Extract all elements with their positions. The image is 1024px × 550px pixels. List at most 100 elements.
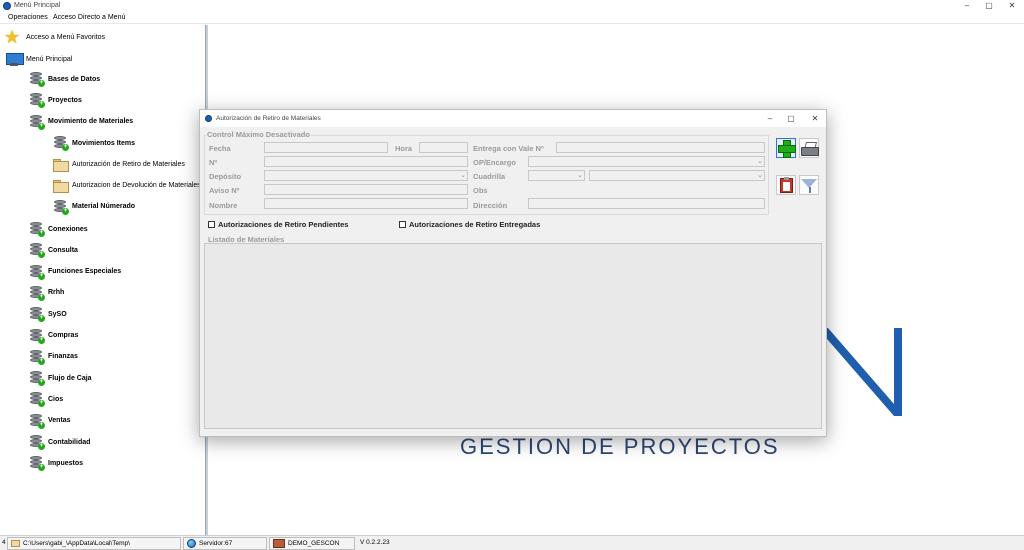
status-marker: 4 — [2, 539, 6, 546]
tree-item-label: Funciones Especiales — [48, 268, 122, 276]
deposito-label: Depósito — [209, 172, 242, 181]
obs-label: Obs — [473, 186, 488, 195]
tree-item-label: SySO — [48, 310, 67, 318]
maximize-button[interactable]: ▢ — [978, 0, 1000, 12]
status-version: V 0.2.2.23 — [360, 539, 390, 546]
hora-label: Hora — [395, 144, 413, 153]
tree-item-compras[interactable]: + Compras — [29, 327, 78, 345]
database-icon: + — [29, 243, 45, 259]
statusbar: 4 C:\Users\gabi_\AppData\Local\Temp\ Ser… — [0, 535, 1024, 550]
chevron-down-icon: ⌄ — [577, 172, 583, 179]
op-select[interactable]: ⌄ — [528, 156, 765, 167]
add-button[interactable] — [776, 138, 796, 158]
database-icon: + — [29, 371, 45, 387]
tree-item-syso[interactable]: + SySO — [29, 305, 67, 323]
logo-letter — [821, 328, 902, 416]
tree-item-root[interactable]: Menú Principal — [6, 50, 72, 68]
tree-item-label: Acceso a Menú Favoritos — [26, 33, 105, 41]
fecha-label: Fecha — [209, 144, 231, 153]
tree-item-label: Autorización de Retiro de Materiales — [72, 160, 185, 168]
cuadrilla-code-select[interactable]: ⌄ — [528, 170, 585, 181]
menu-operaciones[interactable]: Operaciones — [8, 14, 48, 21]
database-icon: + — [29, 349, 45, 365]
hora-field[interactable] — [419, 142, 468, 153]
folder-icon — [53, 180, 69, 194]
tree-item-cios[interactable]: + Cios — [29, 390, 63, 408]
clipboard-button[interactable] — [776, 175, 796, 195]
tree-item-movimientos-items[interactable]: + Movimientos Items — [53, 134, 135, 152]
tree-item-label: Movimiento de Materiales — [48, 118, 134, 126]
database-icon: + — [29, 93, 45, 109]
database-icon: + — [29, 114, 45, 130]
tree-item-label: Movimientos Items — [72, 139, 136, 147]
direccion-field[interactable] — [528, 198, 765, 209]
pendientes-checkbox[interactable]: Autorizaciones de Retiro Pendientes — [208, 220, 348, 229]
status-path: C:\Users\gabi_\AppData\Local\Temp\ — [7, 537, 181, 550]
dialog-maximize-button[interactable]: ▢ — [780, 112, 802, 126]
filter-button[interactable] — [799, 175, 819, 195]
tree-item-consulta[interactable]: + Consulta — [29, 241, 78, 259]
dialog-titlebar: Autorización de Retiro de Materiales – ▢… — [200, 110, 826, 127]
window-titlebar: Menú Principal – ▢ ✕ — [0, 0, 1024, 12]
tree-item-label: Ventas — [48, 417, 71, 425]
aviso-field[interactable] — [264, 184, 468, 195]
tree-item-funciones-especiales[interactable]: + Funciones Especiales — [29, 263, 121, 281]
database-icon: + — [29, 413, 45, 429]
deposito-select[interactable]: ⌄ — [264, 170, 468, 181]
checkbox-box[interactable] — [399, 221, 406, 228]
monitor-icon — [6, 52, 24, 66]
nombre-field[interactable] — [264, 198, 468, 209]
tree-item-label: Contabilidad — [48, 438, 91, 446]
tree-item-movimiento-de-materiales[interactable]: + Movimiento de Materiales — [29, 113, 133, 131]
entrega-field[interactable] — [556, 142, 765, 153]
tree-item-proyectos[interactable]: + Proyectos — [29, 91, 82, 109]
op-label: OP/Encargo — [473, 158, 516, 167]
tree-item-label: Flujo de Caja — [48, 374, 92, 382]
database-icon: + — [53, 199, 69, 215]
print-button[interactable] — [799, 138, 819, 158]
tree-item-rrhh[interactable]: + Rrhh — [29, 284, 64, 302]
tree-item-label: Conexiones — [48, 225, 88, 233]
plus-icon — [778, 140, 796, 158]
tree-item-label: Consulta — [48, 246, 78, 254]
close-button[interactable]: ✕ — [1001, 0, 1023, 12]
tree-item-autorizacion-de-devolucion-de-materiales[interactable]: Autorizacion de Devolución de Materiales — [53, 177, 201, 195]
star-icon: ★ — [4, 27, 21, 47]
entregadas-checkbox[interactable]: Autorizaciones de Retiro Entregadas — [399, 220, 540, 229]
menu-acceso-directo[interactable]: Acceso Directo a Menú — [53, 14, 125, 21]
minimize-button[interactable]: – — [956, 0, 978, 12]
cuadrilla-name-select[interactable]: ⌄ — [589, 170, 765, 181]
materials-list[interactable] — [204, 243, 822, 429]
tree-item-conexiones[interactable]: + Conexiones — [29, 220, 88, 238]
building-icon — [273, 539, 285, 548]
checkbox-box[interactable] — [208, 221, 215, 228]
status-server: Servidor:67 — [183, 537, 267, 550]
status-database: DEMO_GESCON — [269, 537, 355, 550]
chevron-down-icon: ⌄ — [757, 172, 763, 179]
chevron-down-icon: ⌄ — [757, 158, 763, 165]
tree-item-label: Material Númerado — [72, 203, 136, 211]
tree-item-autorizacion-de-retiro-de-materiales[interactable]: Autorización de Retiro de Materiales — [53, 155, 185, 173]
numero-label: Nº — [209, 158, 218, 167]
tree-item-material-numerado[interactable]: + Material Númerado — [53, 198, 135, 216]
dialog-minimize-button[interactable]: – — [759, 112, 781, 126]
tree-item-flujo-de-caja[interactable]: + Flujo de Caja — [29, 369, 92, 387]
tree-item-favorites[interactable]: ★ Acceso a Menú Favoritos — [4, 28, 105, 46]
tree-item-label: Cios — [48, 395, 64, 403]
tree-item-contabilidad[interactable]: + Contabilidad — [29, 433, 90, 451]
fecha-field[interactable] — [264, 142, 388, 153]
numero-field[interactable] — [264, 156, 468, 167]
database-icon: + — [29, 328, 45, 344]
tree-item-finanzas[interactable]: + Finanzas — [29, 348, 78, 366]
direccion-label: Dirección — [473, 201, 508, 210]
tree-item-ventas[interactable]: + Ventas — [29, 412, 71, 430]
dialog-close-button[interactable]: ✕ — [804, 112, 826, 126]
tree-item-bases-de-datos[interactable]: + Bases de Datos — [29, 70, 100, 88]
chevron-down-icon: ⌄ — [460, 172, 466, 179]
tree-item-label: Impuestos — [48, 459, 84, 467]
menubar: Operaciones Acceso Directo a Menú — [0, 12, 1024, 24]
menu-tree: ★ Acceso a Menú Favoritos Menú Principal… — [0, 25, 205, 535]
entrega-label: Entrega con Vale Nº — [473, 144, 544, 153]
tree-item-label: Proyectos — [48, 96, 82, 104]
tree-item-impuestos[interactable]: + Impuestos — [29, 454, 83, 472]
